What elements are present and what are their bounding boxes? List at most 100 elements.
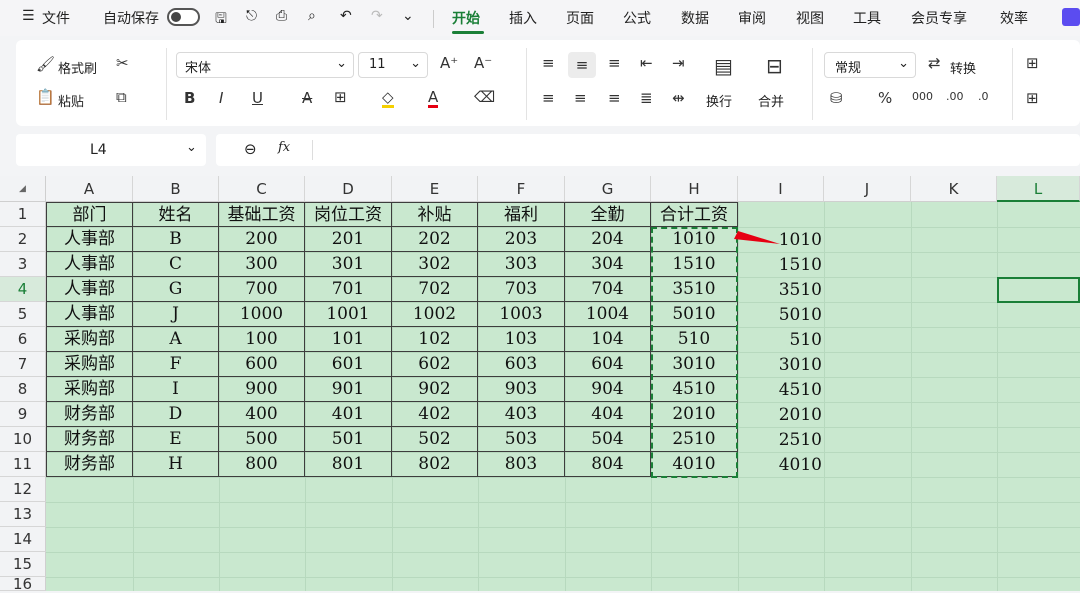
table-cell[interactable]: 904 — [565, 377, 651, 402]
bold-icon[interactable]: B — [184, 91, 195, 106]
table-cell[interactable]: 704 — [565, 277, 651, 302]
strikethrough-icon[interactable]: A — [302, 91, 312, 106]
select-all-corner[interactable]: ◢ — [0, 176, 46, 202]
column-header-D[interactable]: D — [305, 176, 392, 202]
align-right-icon[interactable]: ≡ — [608, 91, 621, 106]
header-cell[interactable]: 补贴 — [392, 202, 478, 227]
save-icon[interactable]: 🖫 — [215, 8, 227, 32]
convert-button[interactable]: 转换 — [950, 58, 976, 77]
row-header-9[interactable]: 9 — [0, 402, 46, 427]
table-cell[interactable]: 304 — [565, 252, 651, 277]
table-cell[interactable]: 403 — [478, 402, 565, 427]
table-cell[interactable]: 人事部 — [46, 227, 133, 252]
header-cell[interactable]: 合计工资 — [651, 202, 738, 227]
menu-icon[interactable]: ☰ — [22, 8, 35, 24]
table-cell[interactable]: 101 — [305, 327, 392, 352]
selected-cell[interactable] — [997, 277, 1080, 303]
table-cell[interactable]: 103 — [478, 327, 565, 352]
row-header-8[interactable]: 8 — [0, 377, 46, 402]
name-box[interactable]: L4 ⌄ — [16, 134, 206, 166]
align-left-icon[interactable]: ≡ — [542, 91, 555, 106]
table-cell[interactable]: 人事部 — [46, 277, 133, 302]
table-cell[interactable]: 900 — [219, 377, 305, 402]
paste-button[interactable]: 粘贴 — [58, 91, 84, 110]
print-icon[interactable]: ⎙ — [276, 8, 287, 24]
undo-icon[interactable]: ↶ — [340, 8, 352, 24]
column-i-cell[interactable]: 3010 — [740, 355, 822, 375]
row-header-1[interactable]: 1 — [0, 202, 46, 227]
fx-icon[interactable]: fx — [278, 140, 290, 155]
row-header-6[interactable]: 6 — [0, 327, 46, 352]
tab-efficiency[interactable]: 效率 — [1000, 8, 1028, 28]
tab-tools[interactable]: 工具 — [853, 8, 881, 28]
table-cell[interactable]: 102 — [392, 327, 478, 352]
table-cell[interactable]: 1003 — [478, 302, 565, 327]
table-cell[interactable]: 财务部 — [46, 402, 133, 427]
row-header-12[interactable]: 12 — [0, 477, 46, 502]
column-i-cell[interactable]: 2010 — [740, 405, 822, 425]
column-i-cell[interactable]: 4510 — [740, 380, 822, 400]
table-cell[interactable]: 204 — [565, 227, 651, 252]
copy-icon[interactable]: ⧉ — [116, 90, 127, 105]
border-icon[interactable]: ⊞ — [334, 90, 347, 105]
table-cell[interactable]: 601 — [305, 352, 392, 377]
column-header-F[interactable]: F — [478, 176, 565, 202]
column-i-cell[interactable]: 510 — [740, 330, 822, 350]
formula-input[interactable]: ⊖ fx — [216, 134, 1080, 166]
table-cell[interactable]: 1001 — [305, 302, 392, 327]
row-header-7[interactable]: 7 — [0, 352, 46, 377]
table-style-icon[interactable]: ⊞ — [1026, 91, 1039, 106]
tab-formula[interactable]: 公式 — [623, 8, 651, 28]
autosave-toggle[interactable] — [167, 8, 200, 26]
table-cell[interactable]: 800 — [219, 452, 305, 477]
table-cell[interactable]: 人事部 — [46, 302, 133, 327]
table-cell[interactable]: 采购部 — [46, 377, 133, 402]
table-cell[interactable]: 503 — [478, 427, 565, 452]
table-cell[interactable]: D — [133, 402, 219, 427]
column-header-B[interactable]: B — [133, 176, 219, 202]
header-cell[interactable]: 岗位工资 — [305, 202, 392, 227]
underline-icon[interactable]: U — [252, 91, 263, 106]
fill-color-icon[interactable]: ◇ — [382, 90, 394, 108]
distribute-icon[interactable]: ⇹ — [672, 91, 685, 106]
align-middle-icon[interactable]: ≡ — [568, 52, 596, 78]
table-cell[interactable]: C — [133, 252, 219, 277]
table-cell[interactable]: 302 — [392, 252, 478, 277]
row-header-13[interactable]: 13 — [0, 502, 46, 527]
table-cell[interactable]: 1004 — [565, 302, 651, 327]
row-header-2[interactable]: 2 — [0, 227, 46, 252]
currency-icon[interactable]: ⛁ — [830, 91, 843, 106]
table-cell[interactable]: 602 — [392, 352, 478, 377]
row-header-3[interactable]: 3 — [0, 252, 46, 277]
column-header-K[interactable]: K — [911, 176, 997, 202]
header-cell[interactable]: 全勤 — [565, 202, 651, 227]
increase-decimal-icon[interactable]: .00 — [946, 91, 964, 102]
table-cell[interactable]: I — [133, 377, 219, 402]
ai-icon[interactable] — [1062, 8, 1080, 26]
table-cell[interactable]: 104 — [565, 327, 651, 352]
column-header-A[interactable]: A — [46, 176, 133, 202]
table-cell[interactable]: 902 — [392, 377, 478, 402]
share-icon[interactable]: ⎋ — [246, 8, 257, 24]
align-center-icon[interactable]: ≡ — [574, 91, 587, 106]
table-cell[interactable]: 701 — [305, 277, 392, 302]
table-cell[interactable]: 703 — [478, 277, 565, 302]
table-cell[interactable]: 604 — [565, 352, 651, 377]
decrease-font-icon[interactable]: A⁻ — [474, 56, 492, 71]
table-cell[interactable]: 201 — [305, 227, 392, 252]
chevron-down-icon[interactable]: ⌄ — [402, 8, 414, 24]
table-cell[interactable]: 203 — [478, 227, 565, 252]
column-i-cell[interactable]: 1510 — [740, 255, 822, 275]
justify-icon[interactable]: ≣ — [640, 91, 653, 106]
row-header-16[interactable]: 16 — [0, 577, 46, 592]
file-menu[interactable]: 文件 — [42, 8, 70, 28]
table-cell[interactable]: 901 — [305, 377, 392, 402]
table-cell[interactable]: 801 — [305, 452, 392, 477]
table-cell[interactable]: B — [133, 227, 219, 252]
table-cell[interactable]: 202 — [392, 227, 478, 252]
conditional-format-icon[interactable]: ⊞ — [1026, 56, 1039, 71]
row-header-14[interactable]: 14 — [0, 527, 46, 552]
column-i-cell[interactable]: 5010 — [740, 305, 822, 325]
row-header-5[interactable]: 5 — [0, 302, 46, 327]
table-cell[interactable]: 100 — [219, 327, 305, 352]
